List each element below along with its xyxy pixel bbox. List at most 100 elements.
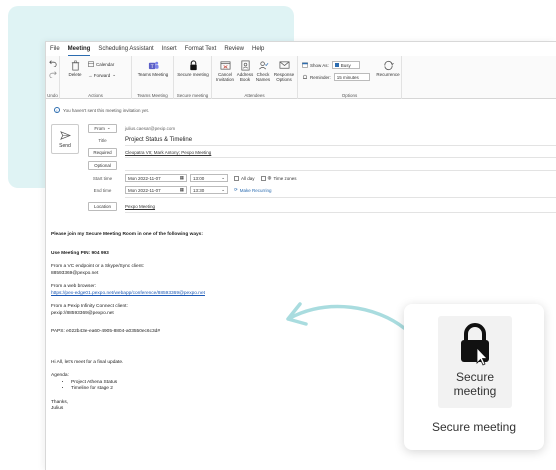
response-options-icon [279,61,289,69]
start-time-select[interactable]: 13:00 ⌄ [190,174,228,182]
teams-meeting-button[interactable]: T Teams Meeting [136,60,170,77]
cancel-invitation-button[interactable]: Cancel Invitation [215,60,235,82]
group-label-options: Options [341,93,358,98]
reminder-row: Reminder: 15 minutes [302,73,370,81]
tab-meeting[interactable]: Meeting [67,43,91,56]
required-input[interactable]: Cleopatra VII; Mark Antony; Pexpo Meetin… [125,150,211,155]
calendar-button[interactable]: Calendar [88,61,114,67]
body-pic-value: pexip://88593369@pexpo.net [51,310,114,316]
calendar-icon [88,61,94,67]
group-label-actions: Actions [88,93,103,98]
delete-icon [71,60,79,71]
ribbon-tabs: File Meeting Scheduling Assistant Insert… [46,42,556,56]
response-options-button[interactable]: Response Options [272,60,296,82]
tab-format-text[interactable]: Format Text [185,42,217,56]
address-book-icon [240,60,250,71]
group-attendees: Cancel Invitation Address Book Check Nam… [212,56,298,99]
body-pic-label: From a Pexip Infinity Connect client: [51,304,128,309]
end-date-input[interactable]: Mon 2022-11-07 ▦ [125,186,187,194]
title-row: Title Project Status & Timeline [88,135,192,145]
start-time-row: Start time Mon 2022-11-07 ▦ 13:00 ⌄ All da… [88,173,297,183]
all-day-checkbox[interactable] [234,175,239,181]
group-secure-meeting: Secure meeting Secure meeting [174,56,212,99]
reminder-label: Reminder: [310,74,331,80]
delete-label: Delete [68,72,82,77]
all-day-label: All day [241,175,255,181]
body-signature: Julius [51,406,64,411]
title-label: Title [98,137,107,143]
secure-meeting-button-label: Secure meeting [454,370,497,398]
group-teams-meeting: T Teams Meeting Teams Meeting [132,56,174,99]
address-book-button[interactable]: Address Book [236,60,254,82]
secure-meeting-ribbon-button[interactable]: Secure meeting [177,60,209,77]
check-names-label: Check Names [255,72,271,82]
body-vc-value: 88593369@pexpo.net [51,270,99,276]
body-pin: Use Meeting PIN: 904 993 [51,250,109,256]
group-options: Show As: Busy Reminder: 15 minutes Recur… [298,56,402,99]
optional-row: Optional [88,160,117,170]
callout-title: Secure meeting [431,420,517,434]
end-date-value: Mon 2022-11-07 [128,187,161,193]
lock-icon [189,60,197,71]
tab-scheduling-assistant[interactable]: Scheduling Assistant [98,42,153,56]
title-input[interactable]: Project Status & Timeline [125,137,192,143]
end-time-select[interactable]: 13:30 ⌄ [190,186,228,194]
reminder-select[interactable]: 15 minutes [333,73,370,81]
chevron-down-icon: ⌄ [112,72,117,77]
location-row: Location Pexpo Meeting [88,201,155,211]
tab-file[interactable]: File [50,42,60,56]
tab-insert[interactable]: Insert [162,42,177,56]
send-button[interactable]: Send [51,124,79,154]
callout-arrow [286,302,406,330]
body-web-link[interactable]: https://pex-edge01.pexpo.net/webapp/conf… [51,291,205,296]
start-date-value: Mon 2022-11-07 [128,175,161,181]
cancel-invitation-label: Cancel Invitation [215,72,234,82]
group-actions: Delete Calendar → Forward ⌄ Actions [60,56,132,99]
chevron-down-icon: ⌄ [221,187,225,192]
recurring-icon: ⟳ [234,187,238,192]
secure-meeting-button-enlarged[interactable]: Secure meeting [438,316,512,408]
check-names-icon [258,61,268,70]
recurrence-label: Recurrence [376,72,400,77]
location-input[interactable]: Pexpo Meeting [125,204,155,209]
location-button[interactable]: Location [88,201,117,211]
recurrence-icon [383,60,394,71]
tab-review[interactable]: Review [224,42,244,56]
calendar-label: Calendar [96,61,115,67]
start-date-input[interactable]: Mon 2022-11-07 ▦ [125,174,187,182]
group-undo: Undo [46,56,60,99]
end-time-row: End time Mon 2022-11-07 ▦ 13:30 ⌄ ⟳ Make R… [88,185,272,195]
end-time-value: 13:30 [193,187,205,193]
info-icon: i [54,107,60,113]
required-button[interactable]: Required [88,147,117,157]
group-label-attendees: Attendees [244,93,265,98]
group-label-teams: Teams Meeting [137,93,168,98]
calendar-icon: ▦ [179,175,184,180]
lock-icon [461,323,489,366]
reminder-value: 15 minutes [336,74,359,80]
secure-meeting-button-line2: meeting [453,384,497,398]
make-recurring-link[interactable]: Make Recurring [240,188,272,193]
forward-button[interactable]: → Forward ⌄ [88,72,116,78]
response-options-label: Response Options [273,72,295,82]
time-underline [125,197,556,198]
group-label-secure: Secure meeting [176,93,209,98]
undo-icon[interactable] [49,59,57,67]
recurrence-button[interactable]: Recurrence [376,60,400,77]
stage: File Meeting Scheduling Assistant Insert… [0,0,556,470]
tab-help[interactable]: Help [252,42,264,56]
teams-meeting-label: Teams Meeting [137,72,169,77]
busy-swatch [334,63,339,67]
from-button[interactable]: From ⌄ [88,123,117,133]
show-as-icon [302,62,308,68]
teams-icon: T [148,61,159,70]
chevron-down-icon: ⌄ [106,125,111,130]
address-book-label: Address Book [236,72,254,82]
show-as-select[interactable]: Busy [331,61,360,69]
redo-icon[interactable] [49,70,57,78]
check-names-button[interactable]: Check Names [254,60,272,82]
time-zones-checkbox[interactable] [260,175,266,181]
forward-label: → Forward [88,72,111,78]
optional-button[interactable]: Optional [88,160,117,170]
delete-button[interactable]: Delete [66,60,84,77]
